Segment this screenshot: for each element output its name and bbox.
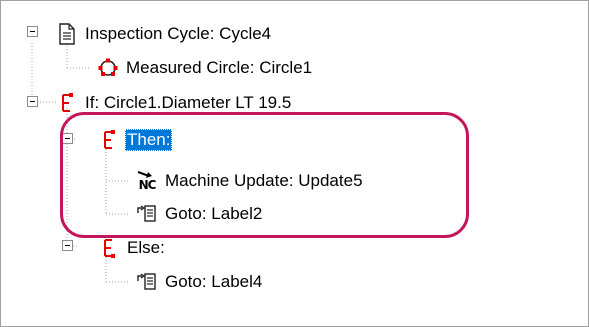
tree-node-then[interactable]: Then: [97,128,173,152]
collapse-toggle-else[interactable] [62,240,73,251]
branch-if-icon [55,91,79,115]
tree-node-label-selected: Then: [125,129,173,151]
tree-node-machine-update[interactable]: NC Machine Update: Update5 [135,169,365,193]
tree-node-label: Goto: Label4 [165,272,263,291]
tree-node-label: Inspection Cycle: Cycle4 [85,24,272,43]
tree-guide-lines [31,43,129,283]
tree-node-if-condition[interactable]: If: Circle1.Diameter LT 19.5 [55,91,293,115]
collapse-toggle-if[interactable] [27,96,38,107]
collapse-toggle-then[interactable] [62,133,73,144]
collapse-toggle-inspection-cycle[interactable] [27,26,38,37]
tree-node-label: Machine Update: Update5 [165,171,363,190]
tree-node-goto-label4[interactable]: Goto: Label4 [135,270,264,294]
measured-circle-icon [96,56,120,80]
tree-node-label: Goto: Label2 [165,204,263,223]
branch-else-icon [97,236,121,260]
tree-node-label: Measured Circle: Circle1 [126,58,313,77]
goto-icon [135,202,159,226]
tree-node-goto-label2[interactable]: Goto: Label2 [135,202,264,226]
tree-node-label: If: Circle1.Diameter LT 19.5 [85,93,292,112]
tree-node-inspection-cycle[interactable]: Inspection Cycle: Cycle4 [55,22,273,46]
nc-icon-text: NC [138,178,157,192]
nc-machine-update-icon: NC [135,169,159,193]
document-icon [55,22,79,46]
tree-node-label: Else: [127,238,165,257]
tree-node-else[interactable]: Else: [97,236,167,260]
goto-icon [135,270,159,294]
tree-node-measured-circle[interactable]: Measured Circle: Circle1 [96,56,314,80]
branch-then-icon [97,128,121,152]
tree-view[interactable]: Inspection Cycle: Cycle4 Measured Circle… [0,0,589,327]
